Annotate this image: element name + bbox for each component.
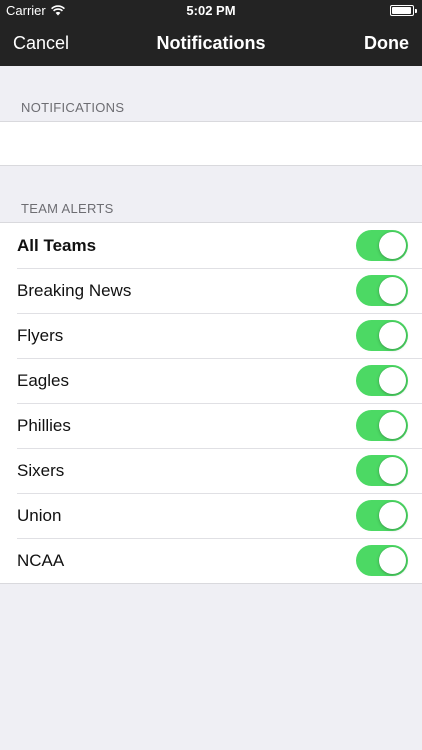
toggle-knob [379, 277, 406, 304]
toggle-knob [379, 322, 406, 349]
list-item-ncaa: NCAA [0, 538, 422, 583]
row-label: Phillies [17, 415, 71, 435]
notifications-section-header: NOTIFICATIONS [21, 100, 125, 115]
row-label: Eagles [17, 370, 69, 390]
toggle-union[interactable] [356, 500, 408, 531]
toggle-knob [379, 367, 406, 394]
notifications-group [0, 121, 422, 166]
row-label: Flyers [17, 325, 64, 345]
list-item-sixers: Sixers [0, 448, 422, 493]
row-label: All Teams [17, 235, 97, 255]
navigation-bar: Cancel Notifications Done [0, 22, 422, 66]
toggle-ncaa[interactable] [356, 545, 408, 576]
list-item-union: Union [0, 493, 422, 538]
list-item-eagles: Eagles [0, 358, 422, 403]
status-bar: Carrier 5:02 PM [0, 0, 422, 22]
toggle-knob [379, 457, 406, 484]
row-label: NCAA [17, 550, 65, 570]
toggle-phillies[interactable] [356, 410, 408, 441]
list-item-breaking-news: Breaking News [0, 268, 422, 313]
toggle-knob [379, 502, 406, 529]
done-button[interactable]: Done [364, 33, 409, 54]
screen: Carrier 5:02 PM Cancel Notifications Don… [0, 0, 422, 750]
toggle-knob [379, 412, 406, 439]
team-alerts-section-header: TEAM ALERTS [21, 201, 114, 216]
toggle-eagles[interactable] [356, 365, 408, 396]
toggle-knob [379, 232, 406, 259]
status-time: 5:02 PM [186, 3, 236, 18]
row-label: Sixers [17, 460, 65, 480]
toggle-flyers[interactable] [356, 320, 408, 351]
toggle-breaking-news[interactable] [356, 275, 408, 306]
toggle-all-teams[interactable] [356, 230, 408, 261]
header: Carrier 5:02 PM Cancel Notifications Don… [0, 0, 422, 66]
row-label: Breaking News [17, 280, 132, 300]
list-item-phillies: Phillies [0, 403, 422, 448]
list-item-all-teams: All Teams [0, 223, 422, 268]
battery-icon [390, 5, 417, 16]
battery-fill [392, 7, 411, 14]
row-label: Union [17, 505, 62, 525]
team-alerts-list: All Teams Breaking News Flyers Eagles Ph… [0, 222, 422, 584]
toggle-sixers[interactable] [356, 455, 408, 486]
page-title: Notifications [156, 33, 266, 53]
list-item-flyers: Flyers [0, 313, 422, 358]
toggle-knob [379, 547, 406, 574]
